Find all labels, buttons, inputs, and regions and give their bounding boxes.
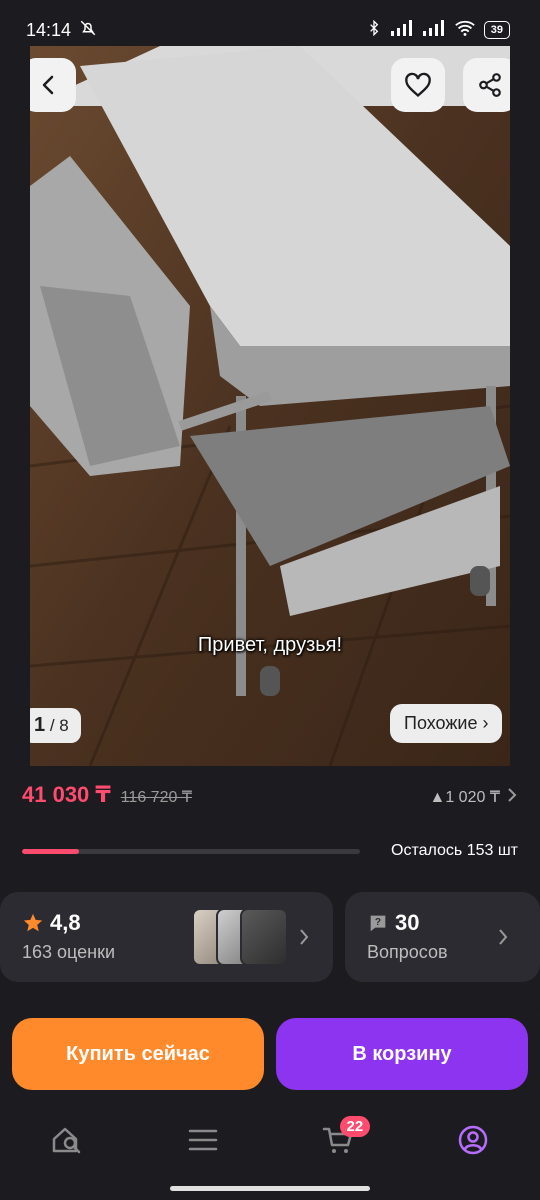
home-indicator: [170, 1186, 370, 1191]
questions-label: Вопросов: [367, 942, 448, 962]
menu-icon: [188, 1129, 217, 1151]
favorite-button[interactable]: [391, 58, 445, 112]
stock-progress-row: Осталось 153 шт: [22, 842, 518, 860]
rating-count: 163 оценки: [22, 942, 116, 962]
share-button[interactable]: [463, 58, 510, 112]
nav-profile[interactable]: [443, 1110, 503, 1170]
back-button[interactable]: [30, 58, 76, 112]
old-price: 116 720 ₸: [120, 789, 192, 806]
similar-button[interactable]: Похожие ›: [390, 704, 503, 743]
status-time: 14:14: [26, 19, 72, 40]
image-counter: 1 / 8: [30, 708, 81, 743]
image-counter-total: / 8: [49, 716, 69, 735]
current-price: 41 030 ₸: [22, 782, 111, 807]
review-thumbnail: [240, 908, 288, 966]
heart-icon: [405, 72, 431, 98]
product-photo: [30, 46, 510, 766]
home-search-icon: [52, 1127, 80, 1154]
nav-cart[interactable]: 22: [308, 1110, 371, 1170]
mute-icon: [79, 19, 97, 42]
review-thumbnails: [192, 908, 288, 966]
nav-catalog[interactable]: [173, 1110, 233, 1170]
bonus-points[interactable]: ▲1 020 ₸: [430, 787, 519, 807]
rating-score: 4,8: [50, 910, 81, 935]
wifi-icon: [454, 19, 476, 42]
rating-line: 4,8: [22, 910, 81, 936]
questions-line: ? 30: [367, 910, 419, 936]
chevron-right-icon: [506, 787, 518, 807]
stock-label: Осталось 153 шт: [391, 842, 518, 859]
svg-text:?: ?: [375, 917, 381, 928]
buy-now-button[interactable]: Купить сейчас: [12, 1018, 264, 1090]
profile-icon: [458, 1125, 487, 1155]
signal-icon: [390, 19, 414, 41]
signal-icon-2: [422, 19, 446, 41]
star-icon: [23, 913, 43, 932]
nav-home[interactable]: [38, 1110, 98, 1170]
questions-count: 30: [395, 910, 420, 935]
bonus-label: ▲1 020 ₸: [429, 789, 501, 806]
bottom-nav: 22: [0, 1110, 540, 1170]
cart-badge: 22: [339, 1116, 371, 1137]
questions-card[interactable]: ? 30 Вопросов: [345, 892, 540, 982]
add-to-cart-button[interactable]: В корзину: [276, 1018, 528, 1090]
price-row: 41 030 ₸ 116 720 ₸ ▲1 020 ₸: [22, 782, 518, 808]
stock-progress-fill: [22, 848, 80, 854]
bluetooth-icon: [366, 19, 382, 42]
rating-card[interactable]: 4,8 163 оценки: [0, 892, 333, 982]
product-image[interactable]: Привет, друзья! 1 / 8 Похожие ›: [30, 46, 510, 766]
image-counter-current: 1: [34, 714, 46, 736]
video-caption: Привет, друзья!: [197, 634, 343, 656]
chevron-right-icon: [298, 926, 310, 952]
battery-indicator: 39: [483, 21, 510, 39]
share-icon: [479, 73, 501, 97]
stock-progress-bar: [22, 848, 360, 854]
question-bubble-icon: ?: [370, 915, 386, 932]
chevron-left-icon: [42, 75, 54, 95]
chevron-right-icon: [497, 926, 509, 952]
